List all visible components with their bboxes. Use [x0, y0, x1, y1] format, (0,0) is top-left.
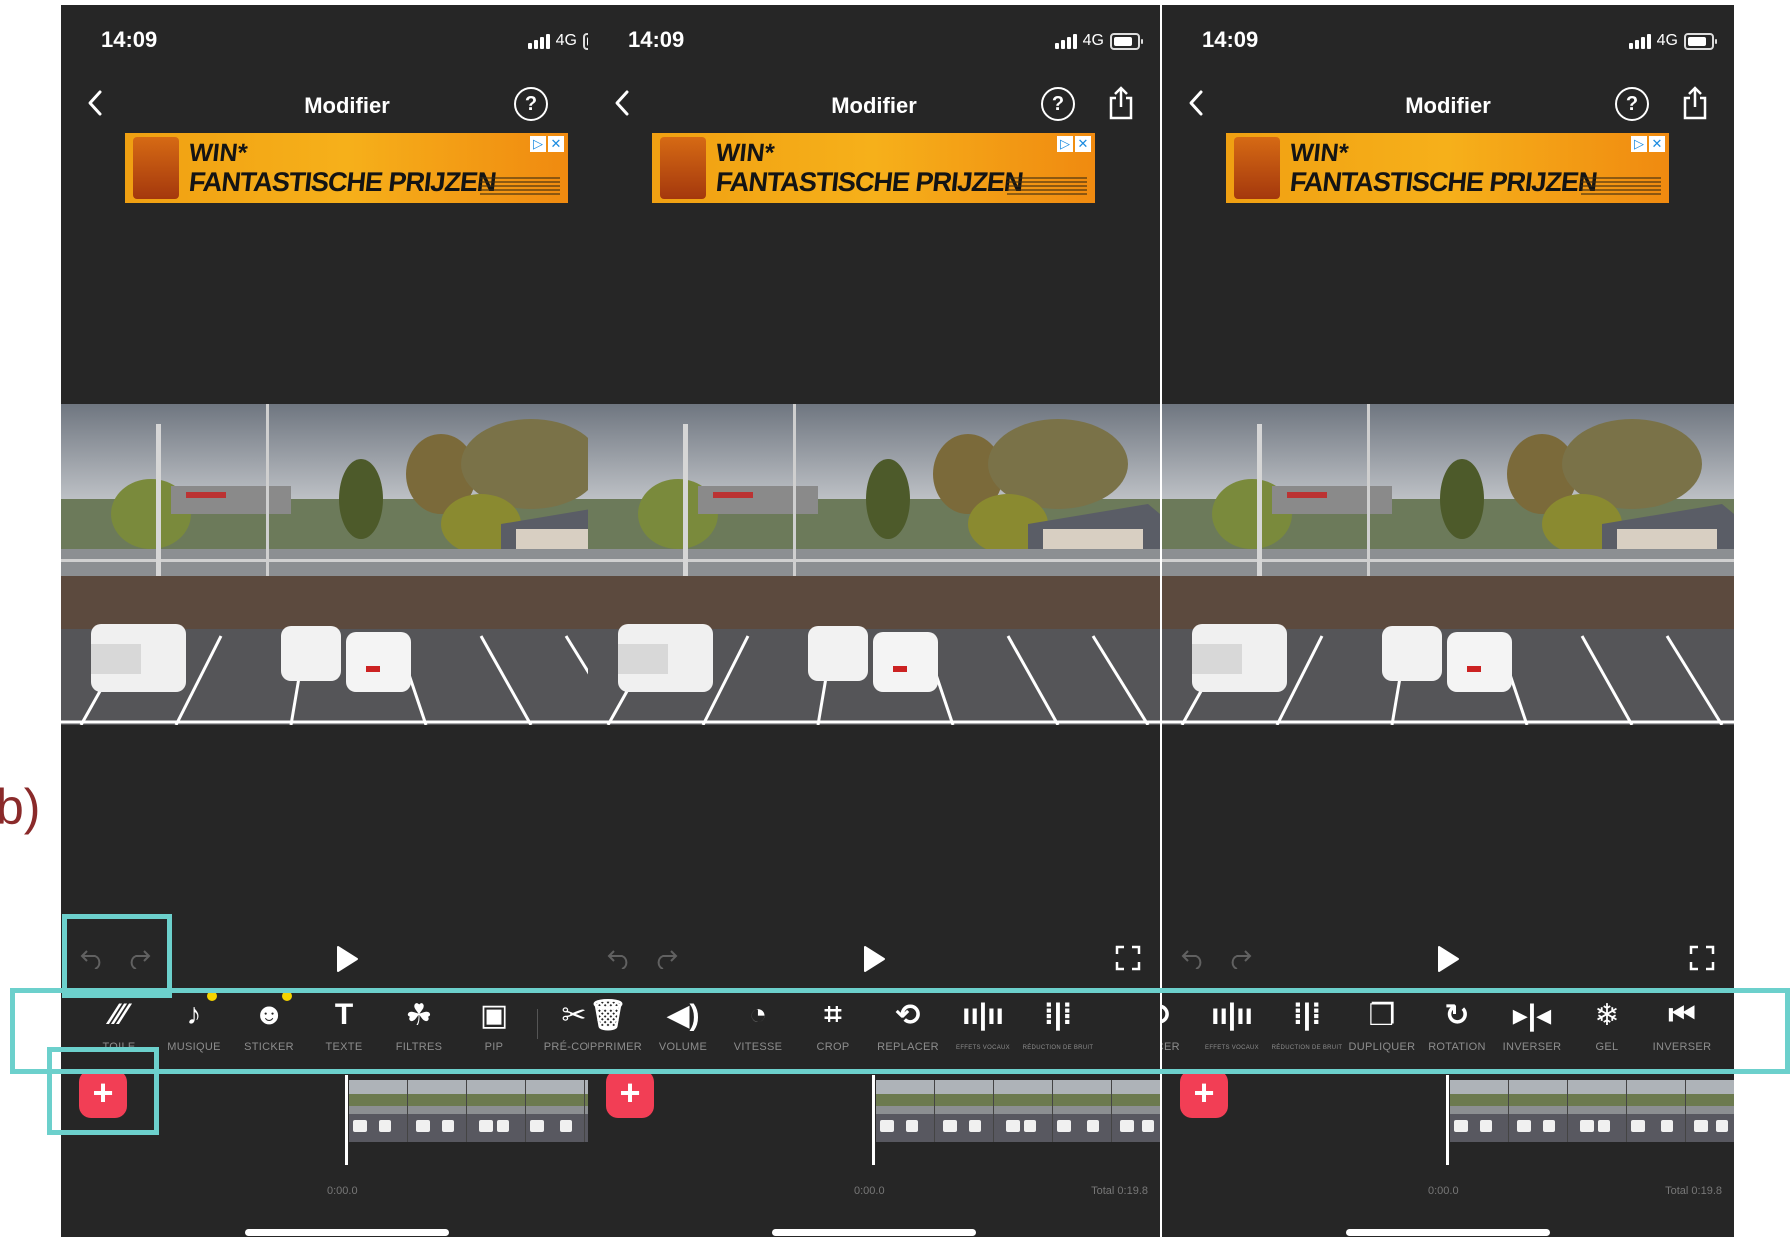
ad-product-image [1234, 137, 1280, 199]
battery-icon [1684, 32, 1717, 50]
battery-icon [1110, 32, 1143, 50]
ad-controls: ▷ ✕ [1057, 136, 1091, 152]
ad-subheadline: FANTASTISCHE PRIJZEN [187, 167, 498, 197]
play-icon[interactable] [335, 945, 359, 978]
ad-product-image [133, 137, 179, 199]
timeline-frame [1686, 1080, 1734, 1142]
status-bar: 14:09 4G [1162, 5, 1734, 75]
play-icon[interactable] [862, 945, 886, 978]
timeline-frame [1450, 1080, 1508, 1142]
undo-redo-highlight [62, 914, 172, 998]
status-indicators: 4G [1628, 31, 1717, 51]
ad-subheadline: FANTASTISCHE PRIJZEN [714, 167, 1025, 197]
help-icon[interactable]: ? [514, 87, 548, 121]
add-media-button[interactable]: + [606, 1070, 654, 1118]
timeline-current-time: 0:00.0 [1428, 1185, 1459, 1197]
timeline-playhead[interactable] [872, 1075, 875, 1165]
timeline-frame [526, 1080, 584, 1142]
status-time: 14:09 [1202, 27, 1259, 52]
timeline-frame [1509, 1080, 1567, 1142]
ad-headline: WIN* [1288, 139, 1350, 167]
timeline-frame [935, 1080, 993, 1142]
video-preview-scene [1162, 404, 1734, 725]
video-preview [588, 404, 1160, 725]
nav-bar: Modifier? [588, 77, 1160, 133]
adchoices-icon[interactable]: ▷ [1057, 136, 1073, 152]
video-preview-scene [61, 404, 633, 725]
timeline-frame [1627, 1080, 1685, 1142]
adchoices-icon[interactable]: ▷ [530, 136, 546, 152]
signal-icon [1628, 33, 1651, 49]
figure-label: b) [0, 779, 41, 835]
status-bar: 14:09 4G [61, 5, 633, 75]
timeline-frame [876, 1080, 934, 1142]
share-icon[interactable] [1682, 85, 1708, 126]
status-indicators: 4G [1054, 31, 1143, 51]
timeline-total-duration: Total 0:19.8 [1091, 1185, 1148, 1197]
timeline-playhead[interactable] [345, 1075, 348, 1165]
home-indicator [1346, 1229, 1550, 1236]
ad-product-image [660, 137, 706, 199]
timeline-frame [1053, 1080, 1111, 1142]
timeline-frame [1568, 1080, 1626, 1142]
timeline-total-duration: Total 0:19.8 [1665, 1185, 1722, 1197]
redo-icon[interactable] [653, 947, 679, 974]
fullscreen-icon[interactable] [1689, 945, 1715, 976]
undo-icon[interactable] [606, 947, 632, 974]
signal-icon [1054, 33, 1077, 49]
ad-close-icon[interactable]: ✕ [1075, 136, 1091, 152]
adchoices-icon[interactable]: ▷ [1631, 136, 1647, 152]
redo-icon[interactable] [1227, 947, 1253, 974]
ad-banner[interactable]: WIN* FANTASTISCHE PRIJZEN ▷ ✕ [125, 133, 568, 203]
ad-banner[interactable]: WIN* FANTASTISCHE PRIJZEN ▷ ✕ [652, 133, 1095, 203]
fullscreen-icon[interactable] [1115, 945, 1141, 976]
ad-controls: ▷ ✕ [530, 136, 564, 152]
video-preview [1162, 404, 1734, 725]
ad-close-icon[interactable]: ✕ [548, 136, 564, 152]
ad-subheadline: FANTASTISCHE PRIJZEN [1288, 167, 1599, 197]
add-button-highlight [47, 1047, 159, 1135]
undo-icon[interactable] [1180, 947, 1206, 974]
toolbar-highlight [10, 988, 1790, 1074]
nav-bar: Modifier? [61, 77, 633, 133]
timeline-current-time: 0:00.0 [854, 1185, 885, 1197]
status-time: 14:09 [101, 27, 158, 52]
share-icon[interactable] [1108, 85, 1134, 126]
home-indicator [772, 1229, 976, 1236]
ad-headline: WIN* [187, 139, 249, 167]
timeline-clip-strip[interactable] [1450, 1080, 1734, 1142]
timeline-frame [349, 1080, 407, 1142]
network-type: 4G [555, 32, 577, 49]
timeline-frame [994, 1080, 1052, 1142]
timeline-frame [467, 1080, 525, 1142]
playback-controls [1162, 935, 1734, 985]
timeline-clip-strip[interactable] [876, 1080, 1160, 1142]
ad-close-icon[interactable]: ✕ [1649, 136, 1665, 152]
add-media-button[interactable]: + [1180, 1070, 1228, 1118]
help-icon[interactable]: ? [1041, 87, 1075, 121]
network-type: 4G [1656, 32, 1678, 49]
signal-icon [527, 33, 550, 49]
status-bar: 14:09 4G [588, 5, 1160, 75]
home-indicator [245, 1229, 449, 1236]
timeline-current-time: 0:00.0 [327, 1185, 358, 1197]
nav-bar: Modifier? [1162, 77, 1734, 133]
network-type: 4G [1082, 32, 1104, 49]
timeline-frame [408, 1080, 466, 1142]
ad-headline: WIN* [714, 139, 776, 167]
ad-fine-print [480, 177, 560, 195]
video-preview-scene [588, 404, 1160, 725]
status-time: 14:09 [628, 27, 685, 52]
help-icon[interactable]: ? [1615, 87, 1649, 121]
ad-fine-print [1007, 177, 1087, 195]
timeline-playhead[interactable] [1446, 1075, 1449, 1165]
ad-banner[interactable]: WIN* FANTASTISCHE PRIJZEN ▷ ✕ [1226, 133, 1669, 203]
ad-fine-print [1581, 177, 1661, 195]
play-icon[interactable] [1436, 945, 1460, 978]
timeline-frame [1112, 1080, 1160, 1142]
video-preview [61, 404, 633, 725]
ad-controls: ▷ ✕ [1631, 136, 1665, 152]
playback-controls [588, 935, 1160, 985]
